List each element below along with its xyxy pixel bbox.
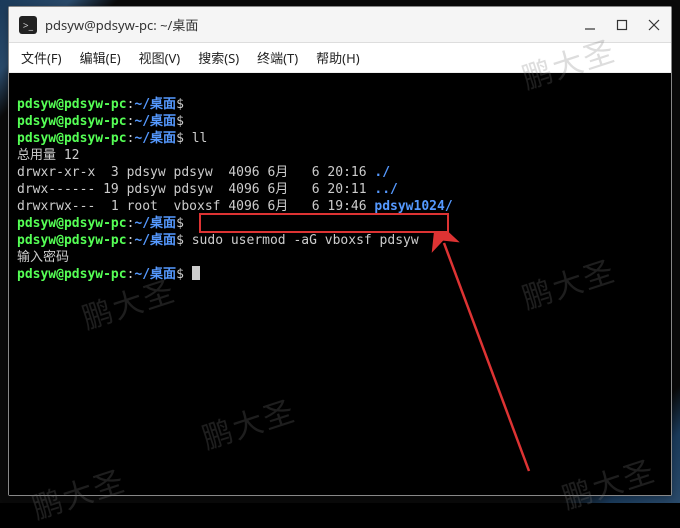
menu-edit[interactable]: 编辑(E)	[80, 48, 121, 67]
dir-parent: ../	[374, 182, 397, 197]
prompt-user: pdsyw@pdsyw-pc	[17, 267, 127, 282]
dir-pdsyw1024: pdsyw1024/	[374, 199, 452, 214]
maximize-button[interactable]	[615, 18, 629, 32]
ls-row-2: drwx------ 19 pdsyw pdsyw 4096 6月 6 20:1…	[17, 182, 374, 197]
cmd-usermod: sudo usermod -aG vboxsf pdsyw	[192, 233, 419, 248]
ls-row-1: drwxr-xr-x 3 pdsyw pdsyw 4096 6月 6 20:16	[17, 165, 374, 180]
window-title: pdsyw@pdsyw-pc: ~/桌面	[45, 15, 583, 34]
ls-row-3: drwxrwx--- 1 root vboxsf 4096 6月 6 19:46	[17, 199, 374, 214]
annotation-arrow-icon	[309, 231, 559, 491]
prompt-path: ~/桌面	[134, 216, 176, 231]
command-highlight-box	[199, 213, 449, 233]
menu-search[interactable]: 搜索(S)	[198, 48, 239, 67]
terminal-cursor	[192, 266, 200, 280]
prompt-path: ~/桌面	[134, 267, 176, 282]
terminal-window: >_ pdsyw@pdsyw-pc: ~/桌面 文件(F) 编辑(E) 视图(V…	[8, 6, 672, 496]
dir-current: ./	[374, 165, 390, 180]
prompt-end: $	[176, 267, 184, 282]
prompt-path: ~/桌面	[134, 97, 176, 112]
prompt-end: $	[176, 97, 184, 112]
minimize-button[interactable]	[583, 18, 597, 32]
prompt-user: pdsyw@pdsyw-pc	[17, 216, 127, 231]
prompt-user: pdsyw@pdsyw-pc	[17, 233, 127, 248]
total-line: 总用量 12	[17, 148, 79, 163]
menu-help[interactable]: 帮助(H)	[316, 48, 359, 67]
titlebar: >_ pdsyw@pdsyw-pc: ~/桌面	[9, 7, 671, 43]
prompt-end: $	[176, 131, 184, 146]
cmd-ll: ll	[192, 131, 208, 146]
prompt-path: ~/桌面	[134, 131, 176, 146]
prompt-path: ~/桌面	[134, 233, 176, 248]
close-button[interactable]	[647, 18, 661, 32]
window-controls	[583, 18, 661, 32]
prompt-path: ~/桌面	[134, 114, 176, 129]
prompt-user: pdsyw@pdsyw-pc	[17, 131, 127, 146]
prompt-end: $	[176, 114, 184, 129]
menu-file[interactable]: 文件(F)	[21, 48, 62, 67]
prompt-end: $	[176, 233, 184, 248]
prompt-user: pdsyw@pdsyw-pc	[17, 97, 127, 112]
menu-view[interactable]: 视图(V)	[139, 48, 181, 67]
prompt-user: pdsyw@pdsyw-pc	[17, 114, 127, 129]
prompt-end: $	[176, 216, 184, 231]
menubar: 文件(F) 编辑(E) 视图(V) 搜索(S) 终端(T) 帮助(H)	[9, 43, 671, 73]
password-prompt: 输入密码	[17, 250, 69, 265]
terminal-app-icon: >_	[19, 16, 37, 34]
terminal-body[interactable]: pdsyw@pdsyw-pc:~/桌面$ pdsyw@pdsyw-pc:~/桌面…	[9, 73, 671, 495]
menu-terminal[interactable]: 终端(T)	[257, 48, 298, 67]
